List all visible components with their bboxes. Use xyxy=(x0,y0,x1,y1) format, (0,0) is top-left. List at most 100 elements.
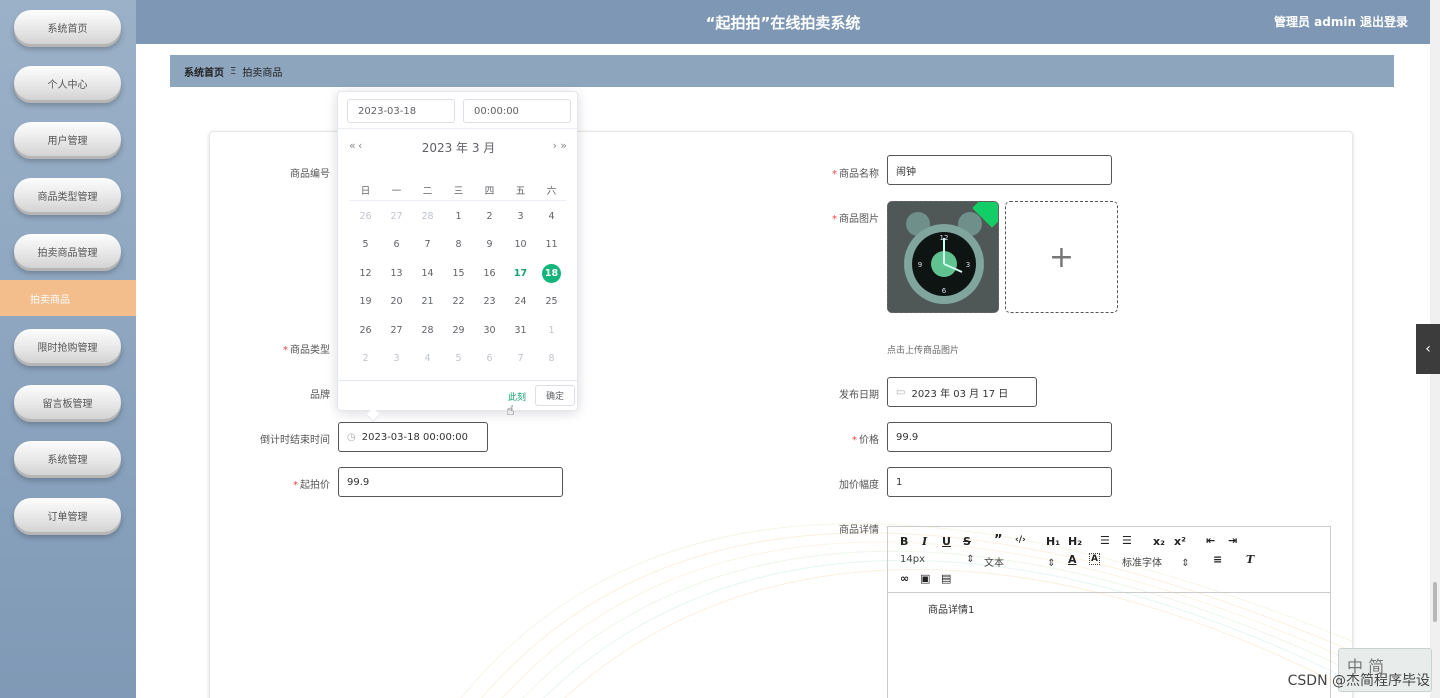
picker-time-input[interactable]: 00:00:00 xyxy=(463,99,571,123)
confirm-button[interactable]: 确定 xyxy=(535,385,575,406)
subscript-icon[interactable]: x₂ xyxy=(1153,535,1165,548)
sidebar-item-flash-sale-management[interactable]: 限时抢购管理 xyxy=(14,329,121,363)
calendar-day[interactable]: 8 xyxy=(443,239,474,250)
calendar-day[interactable]: 29 xyxy=(443,325,474,336)
calendar-day[interactable]: 7 xyxy=(505,353,536,364)
calendar-day[interactable]: 26 xyxy=(350,325,381,336)
calendar-days: 26 27 28 1 2 3 4 5 6 7 8 9 10 11 12 13 14 15 16 17 18 19 20 21 2… xyxy=(350,202,567,373)
calendar-day[interactable]: 16 xyxy=(474,268,505,279)
calendar-day[interactable]: 10 xyxy=(505,239,536,250)
italic-icon[interactable]: I xyxy=(922,535,927,548)
calendar-day[interactable]: 31 xyxy=(505,325,536,336)
strikethrough-icon[interactable]: S xyxy=(963,535,971,548)
start-price-input[interactable]: 99.9 xyxy=(338,467,563,497)
clear-format-icon[interactable]: T xyxy=(1246,553,1254,566)
sidebar-item-personal-center[interactable]: 个人中心 xyxy=(14,66,121,100)
bullet-list-icon[interactable]: ☰ xyxy=(1122,534,1132,547)
outdent-icon[interactable]: ⇤ xyxy=(1206,534,1215,547)
next-year-icon[interactable]: » xyxy=(560,139,567,152)
editor-content[interactable]: 商品详情1 xyxy=(888,593,1330,624)
calendar-day[interactable]: 1 xyxy=(536,325,567,336)
calendar-day[interactable]: 17 xyxy=(505,268,536,279)
upload-add-button[interactable]: + xyxy=(1005,201,1118,313)
calendar-day[interactable]: 22 xyxy=(443,296,474,307)
blockquote-icon[interactable]: ” xyxy=(994,533,1003,548)
sidebar-item-auction-product[interactable]: 拍卖商品 xyxy=(0,280,136,316)
sidebar-item-system-management[interactable]: 系统管理 xyxy=(14,441,121,475)
calendar-day[interactable]: 3 xyxy=(505,211,536,222)
calendar-day[interactable]: 6 xyxy=(474,353,505,364)
font-family-select[interactable]: 标准字体 ⇕ xyxy=(1122,554,1190,569)
rich-text-editor[interactable]: B I U S ” ‹/› H₁ H₂ ☰ ☰ x₂ x² ⇤ ⇥ 14px ⇕… xyxy=(887,526,1331,698)
sidebar-item-home[interactable]: 系统首页 xyxy=(14,10,121,44)
calendar-day[interactable]: 7 xyxy=(412,239,443,250)
countdown-input[interactable]: ◷ 2023-03-18 00:00:00 xyxy=(338,422,488,452)
product-name-input[interactable]: 闹钟 xyxy=(887,155,1112,185)
video-icon[interactable]: ▤ xyxy=(941,572,951,585)
next-month-icon[interactable]: › xyxy=(553,139,557,152)
heading1-icon[interactable]: H₁ xyxy=(1046,535,1060,548)
font-size-select[interactable]: 14px ⇕ xyxy=(900,554,975,565)
calendar-day[interactable]: 4 xyxy=(536,211,567,222)
calendar-day[interactable]: 28 xyxy=(412,325,443,336)
calendar-day[interactable]: 28 xyxy=(412,211,443,222)
calendar-day[interactable]: 27 xyxy=(381,211,412,222)
background-color-icon[interactable]: A xyxy=(1089,553,1100,565)
calendar-day[interactable]: 27 xyxy=(381,325,412,336)
calendar-day[interactable]: 8 xyxy=(536,353,567,364)
font-color-icon[interactable]: A xyxy=(1068,553,1077,566)
sidebar-item-product-type-management[interactable]: 商品类型管理 xyxy=(14,178,121,212)
calendar-day[interactable]: 3 xyxy=(381,353,412,364)
paragraph-select[interactable]: 文本 ⇕ xyxy=(984,554,1056,569)
uploaded-image-thumbnail[interactable]: 12 3 6 9 xyxy=(887,201,999,313)
calendar-day[interactable]: 14 xyxy=(412,268,443,279)
calendar-day[interactable]: 18 xyxy=(536,263,567,283)
picker-date-input[interactable]: 2023-03-18 xyxy=(347,99,455,123)
sidebar-item-auction-product-management[interactable]: 拍卖商品管理 xyxy=(14,234,121,268)
calendar-day[interactable]: 6 xyxy=(381,239,412,250)
image-icon[interactable]: ▣ xyxy=(920,572,930,585)
calendar-day[interactable]: 23 xyxy=(474,296,505,307)
code-icon[interactable]: ‹/› xyxy=(1015,535,1026,545)
calendar-day[interactable]: 12 xyxy=(350,268,381,279)
calendar-day[interactable]: 26 xyxy=(350,211,381,222)
link-icon[interactable]: ∞ xyxy=(900,572,909,585)
calendar-day[interactable]: 5 xyxy=(443,353,474,364)
calendar-day[interactable]: 15 xyxy=(443,268,474,279)
product-code-label: 商品编号 xyxy=(290,169,330,180)
calendar-day[interactable]: 25 xyxy=(536,296,567,307)
calendar-day[interactable]: 4 xyxy=(412,353,443,364)
calendar-day[interactable]: 21 xyxy=(412,296,443,307)
datetime-picker-popup: 2023-03-18 00:00:00 « ‹ 2023 年 3 月 › » 日… xyxy=(337,91,579,423)
sidebar-item-user-management[interactable]: 用户管理 xyxy=(14,122,121,156)
calendar-day[interactable]: 9 xyxy=(474,239,505,250)
calendar-day[interactable]: 11 xyxy=(536,239,567,250)
calendar-day[interactable]: 1 xyxy=(443,211,474,222)
price-input[interactable]: 99.9 xyxy=(887,422,1112,452)
collapse-panel-button[interactable]: ‹ xyxy=(1416,324,1440,374)
calendar-day[interactable]: 30 xyxy=(474,325,505,336)
now-button[interactable]: 此刻 xyxy=(508,390,526,403)
sidebar-item-message-board-management[interactable]: 留言板管理 xyxy=(14,385,121,419)
calendar-day[interactable]: 20 xyxy=(381,296,412,307)
ordered-list-icon[interactable]: ☰ xyxy=(1100,534,1110,547)
superscript-icon[interactable]: x² xyxy=(1174,535,1186,548)
increment-input[interactable]: 1 xyxy=(887,467,1112,497)
align-icon[interactable]: ≡ xyxy=(1213,553,1222,566)
calendar-day[interactable]: 2 xyxy=(474,211,505,222)
heading2-icon[interactable]: H₂ xyxy=(1068,535,1082,548)
breadcrumb-home[interactable]: 系统首页 xyxy=(184,64,224,79)
calendar-day[interactable]: 24 xyxy=(505,296,536,307)
underline-icon[interactable]: U xyxy=(942,535,951,548)
calendar-day[interactable]: 5 xyxy=(350,239,381,250)
indent-icon[interactable]: ⇥ xyxy=(1228,534,1237,547)
calendar-day[interactable]: 13 xyxy=(381,268,412,279)
scrollbar-thumb[interactable] xyxy=(1433,582,1437,622)
publish-date-input[interactable]: ▭ 2023 年 03 月 17 日 xyxy=(887,377,1037,407)
calendar-day[interactable]: 2 xyxy=(350,353,381,364)
logout-link[interactable]: 退出登录 xyxy=(1360,13,1408,30)
calendar-week-row: 2345678 xyxy=(350,345,567,374)
bold-icon[interactable]: B xyxy=(900,535,908,548)
sidebar-item-order-management[interactable]: 订单管理 xyxy=(14,498,121,532)
calendar-day[interactable]: 19 xyxy=(350,296,381,307)
